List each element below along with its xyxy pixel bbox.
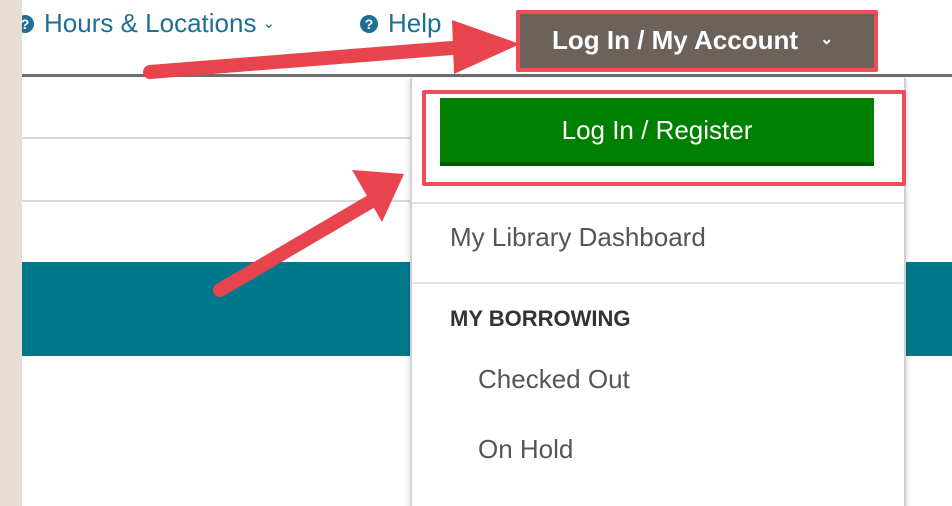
arrow-annotation-icon — [213, 170, 404, 297]
arrow-annotations — [143, 20, 520, 297]
arrow-annotation-icon — [143, 20, 520, 79]
library-page: ?Hours & Locations⌄ ?Help Log In / My Ac… — [22, 0, 952, 506]
